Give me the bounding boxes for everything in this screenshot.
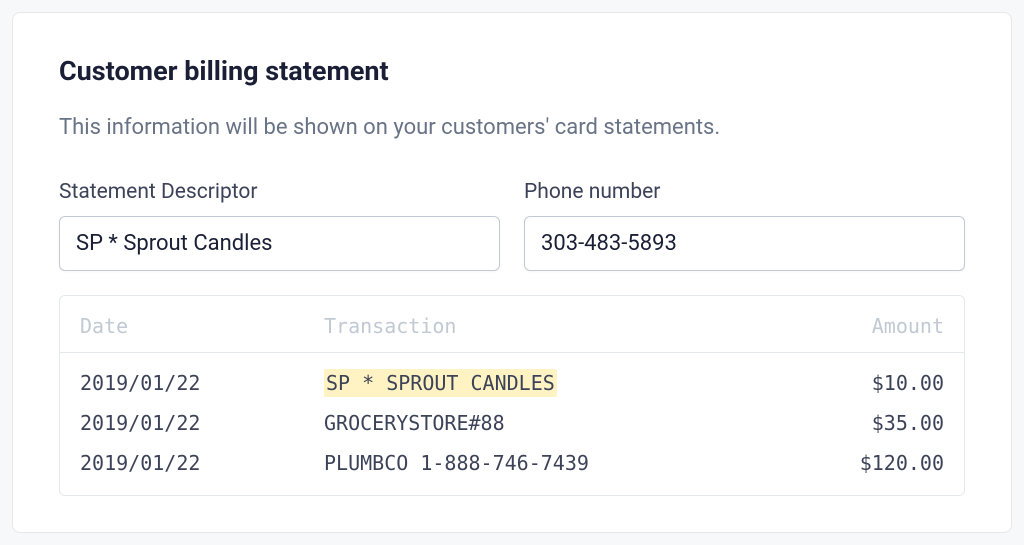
phone-group: Phone number [524,180,965,271]
statement-table: Date Transaction Amount 2019/01/22SP * S… [59,295,965,496]
card-description: This information will be shown on your c… [59,115,965,140]
descriptor-label: Statement Descriptor [59,180,500,204]
highlighted-descriptor: SP * SPROUT CANDLES [324,369,557,397]
cell-amount: $120.00 [804,451,944,475]
cell-date: 2019/01/22 [80,411,324,435]
card-title: Customer billing statement [59,55,965,87]
cell-transaction: GROCERYSTORE#88 [324,411,804,435]
cell-date: 2019/01/22 [80,451,324,475]
billing-statement-card: Customer billing statement This informat… [12,12,1012,533]
descriptor-group: Statement Descriptor [59,180,500,271]
table-row: 2019/01/22GROCERYSTORE#88$35.00 [60,403,964,443]
statement-header-row: Date Transaction Amount [60,296,964,353]
cell-date: 2019/01/22 [80,371,324,395]
cell-amount: $10.00 [804,371,944,395]
descriptor-input[interactable] [59,216,500,271]
cell-transaction: PLUMBCO 1-888-746-7439 [324,451,804,475]
header-date: Date [80,314,324,338]
form-row: Statement Descriptor Phone number [59,180,965,271]
table-row: 2019/01/22SP * SPROUT CANDLES $10.00 [60,363,964,403]
header-transaction: Transaction [324,314,804,338]
statement-body: 2019/01/22SP * SPROUT CANDLES$10.002019/… [60,353,964,495]
header-amount: Amount [804,314,944,338]
phone-input[interactable] [524,216,965,271]
table-row: 2019/01/22PLUMBCO 1-888-746-7439$120.00 [60,443,964,483]
cell-amount: $35.00 [804,411,944,435]
cell-transaction: SP * SPROUT CANDLES [324,371,804,395]
phone-label: Phone number [524,180,965,204]
